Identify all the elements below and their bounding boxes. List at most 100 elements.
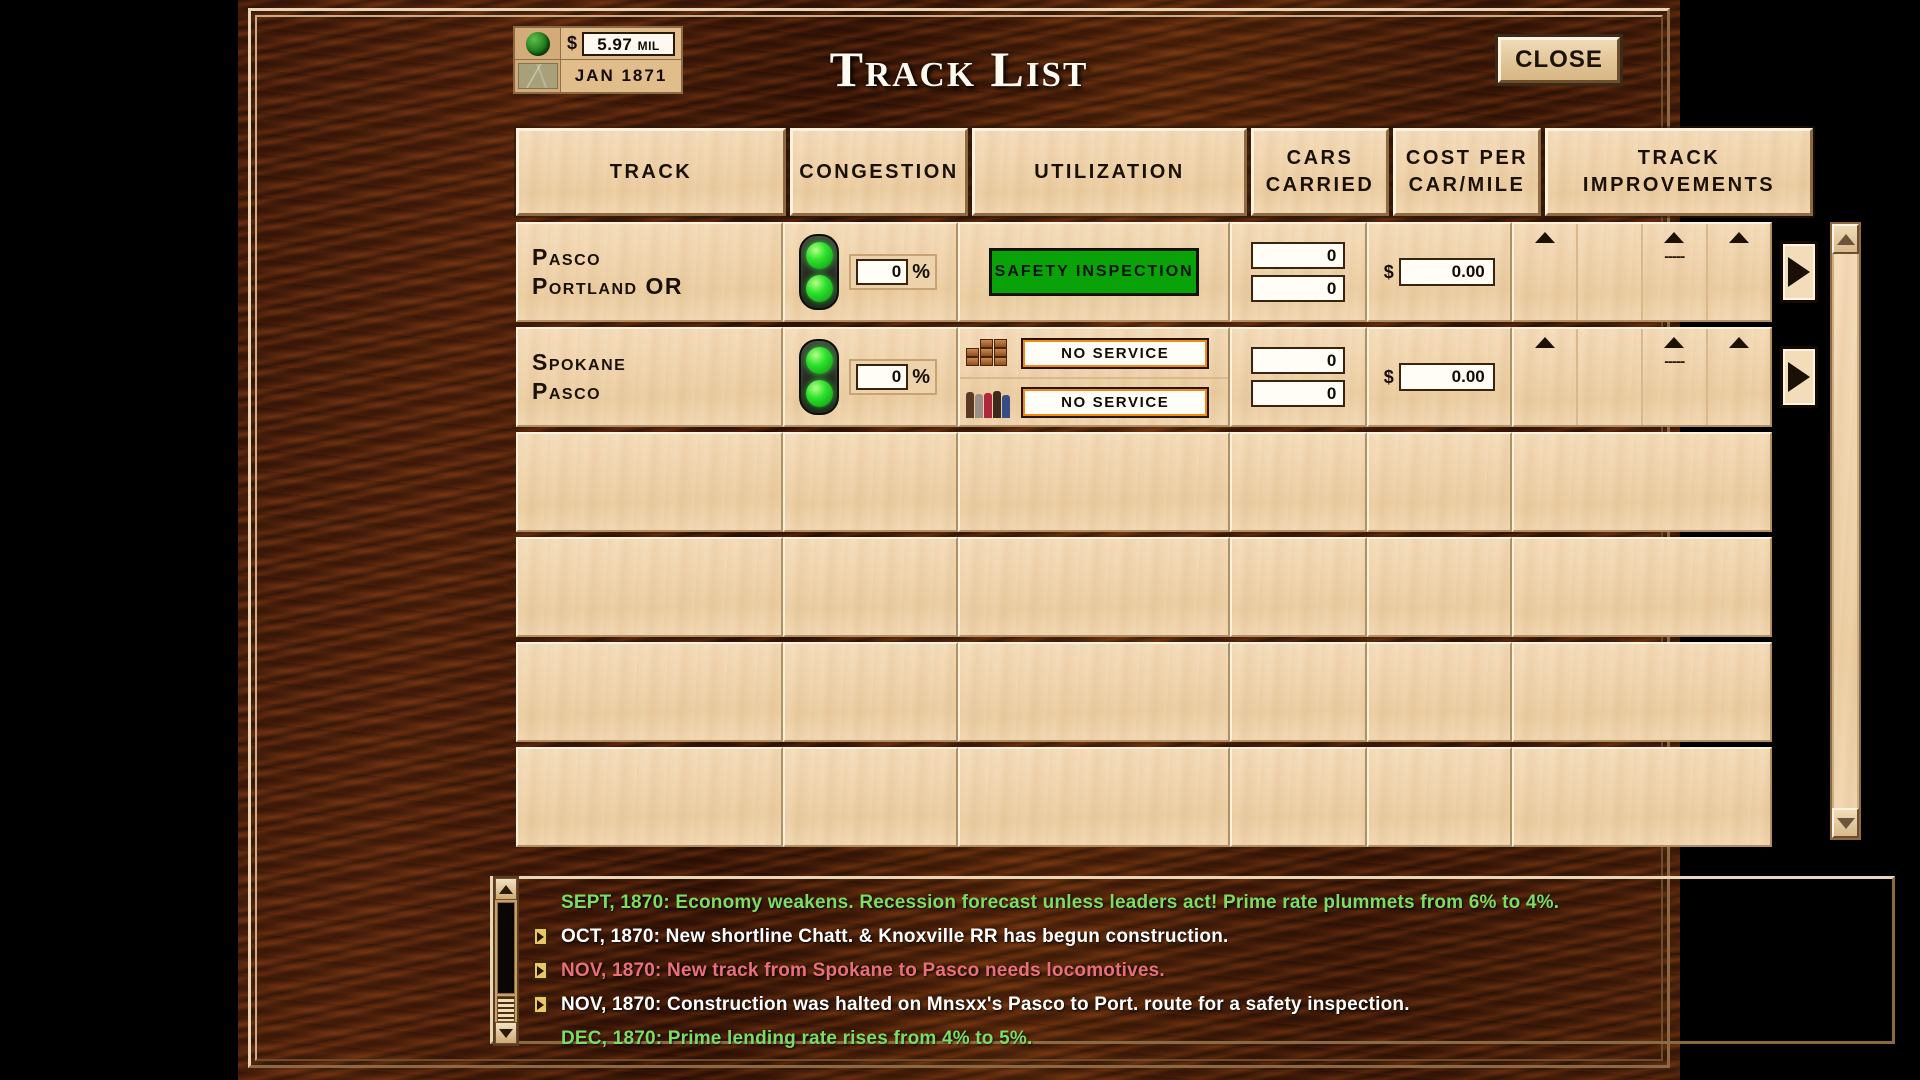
- log-scroll-up-button[interactable]: [495, 878, 517, 900]
- cars-carried-freight: 0: [1251, 242, 1346, 269]
- improvement-slot-2[interactable]: [1578, 224, 1643, 320]
- log-line: NOV, 1870: New track from Spokane to Pas…: [533, 956, 1873, 985]
- empty-cell: [1366, 747, 1512, 847]
- improvement-up-arrow-icon: [1535, 337, 1556, 348]
- cell-detail-button: [1772, 222, 1826, 322]
- empty-cell: [1772, 642, 1826, 742]
- improvement-up-arrow-icon: [1664, 337, 1685, 348]
- empty-cell: [1772, 537, 1826, 637]
- passenger-service-label: NO SERVICE: [1025, 390, 1206, 414]
- empty-cell: [958, 537, 1231, 637]
- empty-cell: [516, 747, 784, 847]
- log-scrollbar[interactable]: [493, 876, 519, 1046]
- empty-cell: [1230, 642, 1367, 742]
- scroll-down-button[interactable]: [1832, 808, 1859, 838]
- empty-cell: [783, 747, 959, 847]
- improvement-slot-2[interactable]: [1578, 329, 1643, 425]
- cell-track-improvements: -----: [1511, 222, 1773, 322]
- track-detail-button[interactable]: [1780, 346, 1818, 408]
- message-log-lines: SEPT, 1870: Economy weakens. Recession f…: [533, 888, 1873, 1053]
- empty-cell: [1772, 747, 1826, 847]
- log-jump-button[interactable]: [533, 927, 548, 946]
- empty-cell: [1366, 537, 1512, 637]
- scroll-up-button[interactable]: [1832, 224, 1859, 254]
- table-row: [516, 642, 1826, 742]
- track-table: TRACK CONGESTION UTILIZATION CARS CARRIE…: [516, 128, 1861, 852]
- cell-cars-carried: 00: [1230, 222, 1367, 322]
- table-row: Pasco Portland OR 0% SAFETY INSPECTION 0 0 $0.…: [516, 222, 1826, 322]
- chevron-down-icon: [499, 1028, 513, 1038]
- log-scroll-down-button[interactable]: [495, 1022, 517, 1044]
- congestion-readout: 0%: [849, 359, 938, 395]
- log-message-text: SEPT, 1870: Economy weakens. Recession f…: [561, 891, 1560, 913]
- utilization-single: SAFETY INSPECTION: [960, 224, 1228, 320]
- percent-sign: %: [912, 365, 931, 388]
- log-message-text: DEC, 1870: Prime lending rate rises from…: [561, 1027, 1033, 1049]
- traffic-signal-icon[interactable]: [799, 339, 840, 415]
- empty-cell: [1366, 642, 1512, 742]
- improvement-up-arrow-icon: [1664, 232, 1685, 243]
- empty-cell: [1511, 642, 1773, 742]
- congestion-value: 0: [856, 364, 909, 390]
- play-arrow-icon: [537, 965, 544, 976]
- empty-cell: [958, 432, 1231, 532]
- log-jump-button[interactable]: [533, 961, 548, 980]
- cars-carried-passenger: 0: [1251, 380, 1346, 407]
- passengers-icon: [966, 386, 1014, 418]
- cell-detail-button: [1772, 327, 1826, 427]
- page-title: Track List: [829, 41, 1089, 97]
- signal-lamp-top-icon: [805, 347, 833, 374]
- table-scrollbar[interactable]: [1830, 222, 1861, 840]
- log-scroll-grip[interactable]: [497, 996, 515, 1022]
- table-row: [516, 747, 1826, 847]
- column-header-congestion: CONGESTION: [790, 128, 968, 216]
- cell-cost-per-car-mile: $0.00: [1366, 222, 1512, 322]
- cell-cost-per-car-mile: $0.00: [1366, 327, 1512, 427]
- freight-service-label: NO SERVICE: [1025, 341, 1206, 365]
- passenger-service-button[interactable]: NO SERVICE: [1021, 386, 1210, 418]
- table-header-row: TRACK CONGESTION UTILIZATION CARS CARRIE…: [516, 128, 1861, 216]
- log-line: SEPT, 1870: Economy weakens. Recession f…: [533, 888, 1873, 917]
- column-header-track-improvements: TRACK IMPROVEMENTS: [1545, 128, 1813, 216]
- play-arrow-icon: [537, 999, 544, 1010]
- cell-track-name[interactable]: Spokane Pasco: [516, 327, 784, 427]
- empty-cell: [1511, 537, 1773, 637]
- improvement-slot-4[interactable]: [1708, 329, 1771, 425]
- log-message-text: NOV, 1870: New track from Spokane to Pas…: [561, 959, 1165, 981]
- improvement-up-arrow-icon: [1535, 232, 1556, 243]
- improvement-slot-1[interactable]: [1514, 329, 1579, 425]
- utilization-status-banner[interactable]: SAFETY INSPECTION: [989, 248, 1200, 296]
- log-scroll-thumb[interactable]: [497, 902, 515, 994]
- empty-cell: [516, 642, 784, 742]
- cell-utilization: NO SERVICE NO SERVICE: [958, 327, 1231, 427]
- play-arrow-icon: [1788, 257, 1810, 287]
- track-origin: Pasco: [532, 243, 602, 270]
- empty-cell: [1230, 432, 1367, 532]
- freight-service-button[interactable]: NO SERVICE: [1021, 337, 1210, 369]
- empty-cell: [958, 747, 1231, 847]
- scroll-track[interactable]: [1832, 254, 1859, 808]
- log-line: DEC, 1870: Prime lending rate rises from…: [533, 1024, 1873, 1053]
- signal-lamp-top-icon: [805, 242, 833, 269]
- close-button[interactable]: CLOSE: [1498, 37, 1620, 83]
- cell-track-name[interactable]: Pasco Portland OR: [516, 222, 784, 322]
- improvement-up-arrow-icon: [1728, 232, 1749, 243]
- improvement-slot-3[interactable]: -----: [1643, 224, 1708, 320]
- log-jump-button[interactable]: [533, 995, 548, 1014]
- track-detail-button[interactable]: [1780, 241, 1818, 303]
- table-rows: Pasco Portland OR 0% SAFETY INSPECTION 0 0 $0.…: [516, 222, 1826, 852]
- play-arrow-icon: [537, 931, 544, 942]
- cost-value: 0.00: [1398, 258, 1495, 286]
- cost-currency-symbol: $: [1383, 366, 1394, 387]
- empty-cell: [1511, 432, 1773, 532]
- improvement-slot-3[interactable]: -----: [1643, 329, 1708, 425]
- cell-cars-carried: 00: [1230, 327, 1367, 427]
- cell-congestion: 0%: [783, 327, 959, 427]
- improvement-slot-4[interactable]: [1708, 224, 1771, 320]
- traffic-signal-icon[interactable]: [799, 234, 840, 310]
- cost-value: 0.00: [1398, 363, 1495, 391]
- cars-carried-freight: 0: [1251, 347, 1346, 374]
- empty-cell: [1230, 747, 1367, 847]
- improvement-slot-1[interactable]: [1514, 224, 1579, 320]
- signal-lamp-bottom-icon: [805, 275, 833, 302]
